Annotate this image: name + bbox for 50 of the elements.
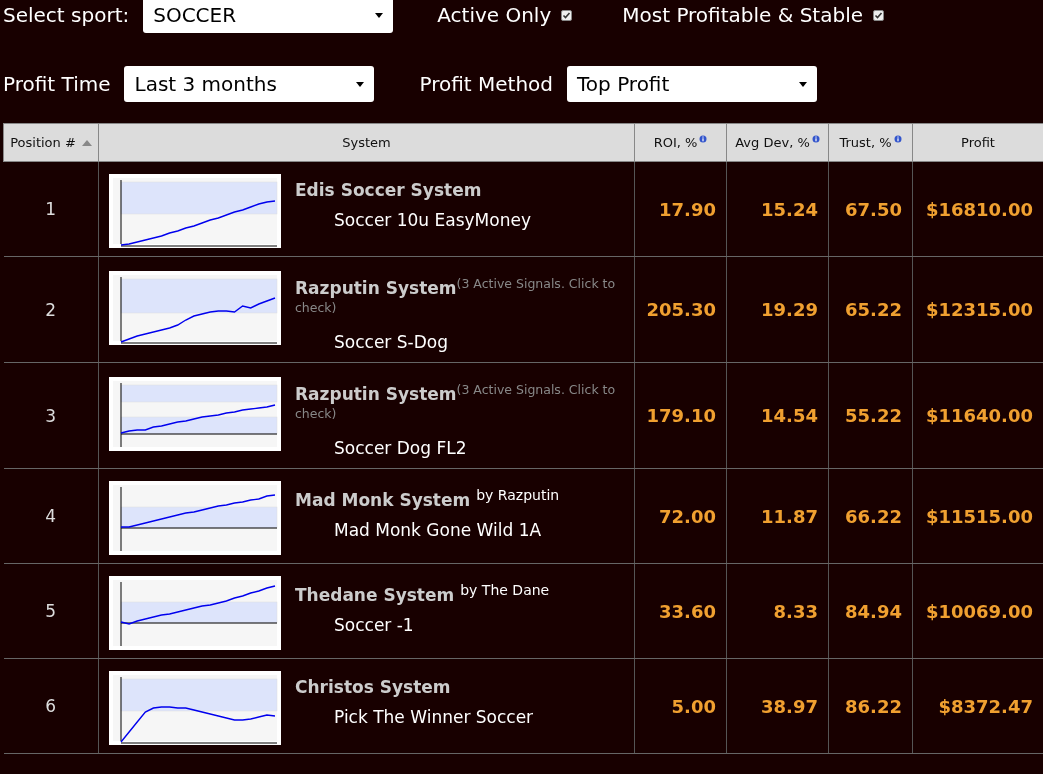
- column-header[interactable]: System: [98, 123, 635, 162]
- roi-cell: 33.60: [634, 563, 727, 659]
- subsystem-name[interactable]: Mad Monk Gone Wild 1A: [334, 520, 560, 541]
- profit-time-label: Profit Time: [3, 72, 111, 96]
- trust-cell: 55.22: [828, 362, 913, 469]
- subsystem-name[interactable]: Pick The Winner Soccer: [334, 706, 534, 727]
- trust-cell: 84.94: [828, 563, 913, 659]
- position-cell: 1: [3, 161, 99, 257]
- trust-cell: 66.22: [828, 468, 913, 564]
- system-name[interactable]: Mad Monk System: [295, 490, 471, 511]
- profit-method-label: Profit Method: [419, 72, 554, 96]
- position-cell: 3: [3, 362, 99, 469]
- system-name[interactable]: Christos System: [295, 677, 451, 697]
- roi-cell: 179.10: [634, 362, 727, 469]
- trust-cell: 65.22: [828, 256, 913, 363]
- position-cell: 2: [3, 256, 99, 363]
- avg-dev-cell: 38.97: [726, 658, 829, 754]
- avg-dev-cell: 19.29: [726, 256, 829, 363]
- subsystem-name[interactable]: Soccer Dog FL2: [334, 438, 628, 459]
- author-name: by Razputin: [476, 487, 560, 503]
- subsystem-name[interactable]: Soccer S-Dog: [334, 332, 628, 353]
- column-header[interactable]: Profit: [912, 123, 1043, 162]
- roi-cell: 17.90: [634, 161, 727, 257]
- dropdown[interactable]: Top Profit: [567, 66, 818, 102]
- position-cell: 5: [3, 563, 99, 659]
- system-name[interactable]: Edis Soccer System: [295, 180, 482, 200]
- column-header[interactable]: Trust, %: [828, 123, 913, 162]
- trust-cell: 67.50: [828, 161, 913, 257]
- author-name: by The Dane: [460, 582, 550, 598]
- roi-cell: 5.00: [634, 658, 727, 754]
- roi-cell: 72.00: [634, 468, 727, 564]
- trust-cell: 86.22: [828, 658, 913, 754]
- avg-dev-cell: 11.87: [726, 468, 829, 564]
- position-cell: 4: [3, 468, 99, 564]
- column-header[interactable]: Position #: [3, 123, 99, 162]
- system-name[interactable]: Thedane System: [295, 585, 455, 606]
- position-cell: 6: [3, 658, 99, 754]
- avg-dev-cell: 8.33: [726, 563, 829, 659]
- active-only-label: Active Only: [437, 3, 552, 27]
- column-header[interactable]: Avg Dev, %: [726, 123, 829, 162]
- subsystem-name[interactable]: Soccer 10u EasyMoney: [334, 209, 531, 230]
- sport-label: Select sport:: [3, 3, 130, 27]
- roi-cell: 205.30: [634, 256, 727, 363]
- subsystem-name[interactable]: Soccer -1: [334, 615, 550, 636]
- dropdown[interactable]: Last 3 months: [124, 66, 375, 102]
- avg-dev-cell: 14.54: [726, 362, 829, 469]
- dropdown[interactable]: SOCCER: [143, 0, 394, 33]
- column-header[interactable]: ROI, %: [634, 123, 727, 162]
- most-profitable-label: Most Profitable & Stable: [622, 3, 864, 27]
- avg-dev-cell: 15.24: [726, 161, 829, 257]
